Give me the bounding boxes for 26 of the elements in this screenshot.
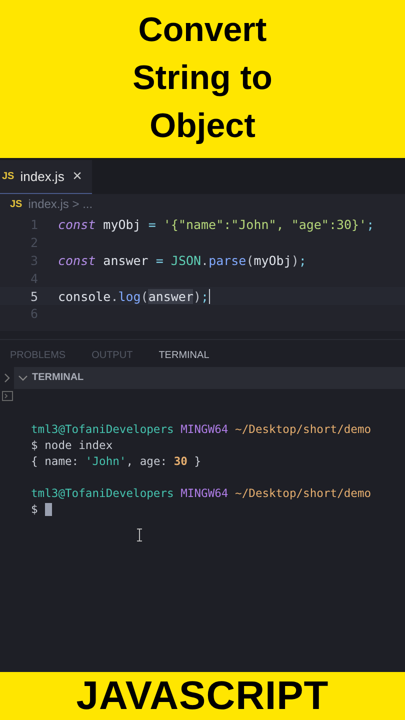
terminal-header[interactable]: TERMINAL: [14, 366, 405, 389]
chevron-down-icon: [18, 374, 28, 381]
chevron-right-icon[interactable]: [4, 372, 10, 383]
terminal-prompt: tml3@TofaniDevelopers MINGW64 ~/Desktop/short/demo: [31, 487, 372, 500]
terminal-line: $: [31, 503, 38, 516]
terminal-icon[interactable]: [2, 390, 12, 401]
close-icon[interactable]: ×: [72, 168, 82, 186]
panel-tab[interactable]: TERMINAL: [158, 350, 210, 361]
terminal-cursor: [44, 503, 52, 516]
terminal-title: TERMINAL: [32, 372, 84, 384]
text-cursor: [208, 288, 210, 304]
code-line: const answer = JSON.parse(myObj);: [58, 252, 306, 268]
terminal-line: { name: 'John', age: 30 }: [31, 455, 202, 468]
line-number: 5: [29, 288, 39, 304]
code-line: const myObj = '{"name":"John", "age":30}';: [58, 217, 374, 232]
js-file-icon: JS: [2, 171, 14, 182]
terminal-prompt: tml3@TofaniDevelopers MINGW64 ~/Desktop/short/demo: [31, 423, 372, 436]
banner-title: Convert: [138, 10, 267, 51]
banner-title: String to: [132, 58, 272, 99]
editor-tab[interactable]: JS index.js ×: [0, 160, 92, 194]
terminal-line: $ node index: [31, 439, 113, 452]
js-file-icon: JS: [10, 198, 22, 210]
banner-title: Object: [150, 106, 256, 147]
text-cursor-icon: [136, 528, 143, 542]
code-line: console.log(answer);: [58, 288, 209, 304]
banner-title: JAVASCRIPT: [76, 674, 329, 718]
